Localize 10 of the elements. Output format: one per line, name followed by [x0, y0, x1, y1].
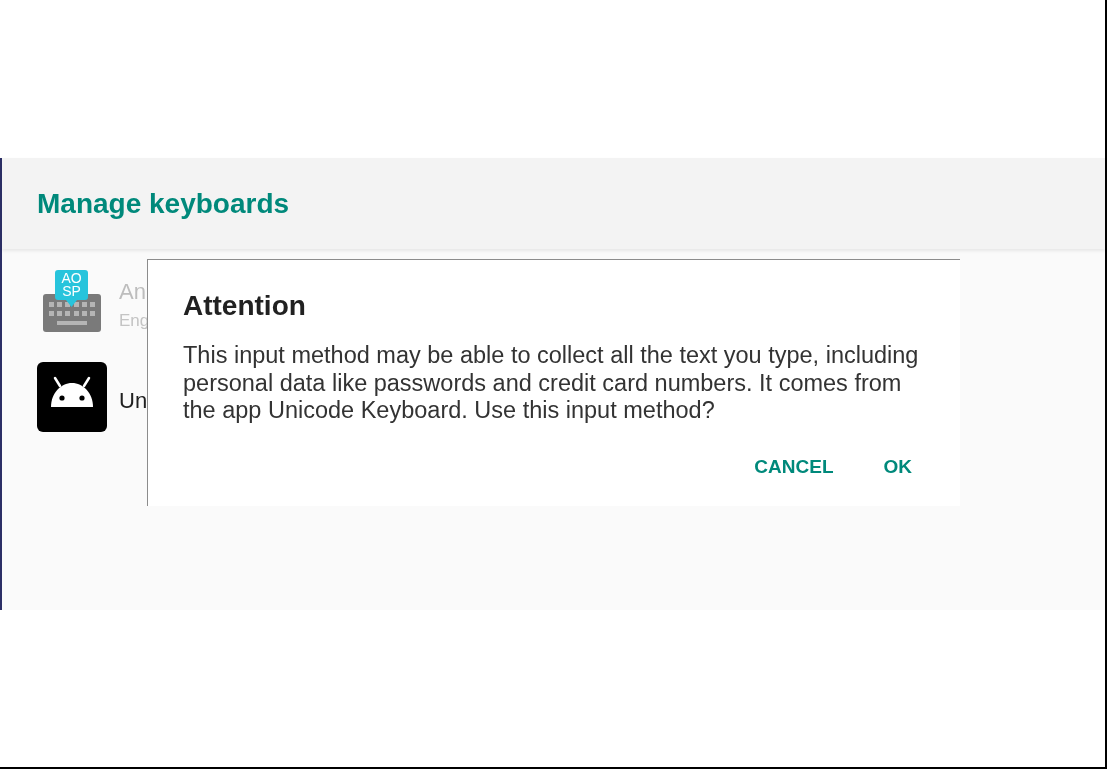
- dialog-title: Attention: [183, 290, 307, 322]
- dialog-button[interactable]: CANCEL: [746, 447, 842, 488]
- page-title: Manage keyboards: [37, 189, 290, 218]
- keyboard-icon: [43, 294, 101, 332]
- logo-badge: AO SP: [55, 270, 88, 307]
- keyboard-name: Un: [119, 387, 148, 415]
- robot-icon: [36, 362, 107, 432]
- dialog-button[interactable]: OK: [875, 447, 920, 488]
- dialog-message: This input method may be able to collect all the text you type, including personal data like passwords and credit card numbers. It comes from the app Unicode Keyboard. Use this input method?: [183, 342, 920, 425]
- keyboard-name: An: [119, 277, 147, 306]
